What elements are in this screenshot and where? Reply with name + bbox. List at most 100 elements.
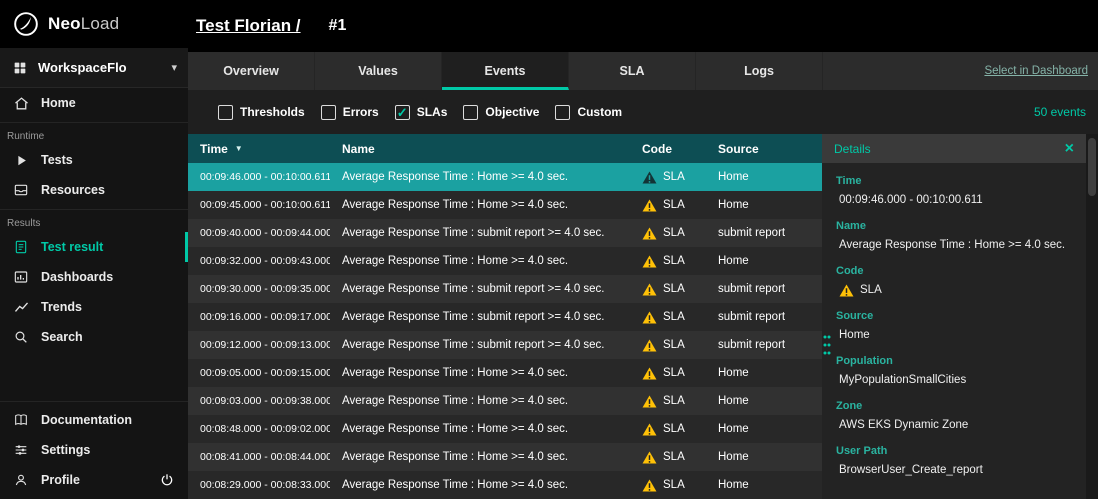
breadcrumb-test-name[interactable]: Test Florian / xyxy=(196,16,301,36)
row-source: Home xyxy=(706,395,822,407)
checkbox[interactable]: ✓ xyxy=(555,105,570,120)
filter-custom[interactable]: ✓ Custom xyxy=(555,105,622,120)
checkbox[interactable]: ✓ xyxy=(218,105,233,120)
home-icon xyxy=(12,94,30,112)
tab-overview[interactable]: Overview xyxy=(188,52,315,90)
checkbox[interactable]: ✓ xyxy=(463,105,478,120)
row-source: Home xyxy=(706,451,822,463)
row-code-label: SLA xyxy=(663,227,685,239)
details-field-time: Time 00:09:46.000 - 00:10:00.611 xyxy=(836,175,1072,207)
row-code-label: SLA xyxy=(663,395,685,407)
table-row[interactable]: 00:09:03.000 - 00:09:38.000 Average Resp… xyxy=(188,387,822,415)
tab-sla[interactable]: SLA xyxy=(569,52,696,90)
tab-bar: Overview ValuesEventsSLALogs Select in Da… xyxy=(188,52,1098,90)
tab-label: Overview xyxy=(223,64,279,78)
sidebar-item-profile[interactable]: Profile xyxy=(0,465,188,495)
details-field-value: Home xyxy=(836,328,1072,342)
filter-objective[interactable]: ✓ Objective xyxy=(463,105,539,120)
tab-logs[interactable]: Logs xyxy=(696,52,823,90)
events-count: 50 events xyxy=(1034,105,1086,119)
tab-events[interactable]: Events xyxy=(442,52,569,90)
filter-errors[interactable]: ✓ Errors xyxy=(321,105,379,120)
table-row[interactable]: 00:09:46.000 - 00:10:00.611 Average Resp… xyxy=(188,163,822,191)
table-row[interactable]: 00:09:16.000 - 00:09:17.000 Average Resp… xyxy=(188,303,822,331)
table-row[interactable]: 00:08:41.000 - 00:08:44.000 Average Resp… xyxy=(188,443,822,471)
documentation-icon xyxy=(12,411,30,429)
warning-icon xyxy=(642,367,657,380)
row-time: 00:09:12.000 - 00:09:13.000 xyxy=(188,339,330,351)
app-logo[interactable]: NeoLoad xyxy=(0,0,188,48)
row-code: SLA xyxy=(630,423,706,436)
select-in-dashboard-link[interactable]: Select in Dashboard xyxy=(984,65,1088,77)
table-row[interactable]: 00:09:32.000 - 00:09:43.000 Average Resp… xyxy=(188,247,822,275)
filter-thresholds[interactable]: ✓ Thresholds xyxy=(218,105,305,120)
details-field-label: Name xyxy=(836,220,1072,233)
details-field-value: MyPopulationSmallCities xyxy=(836,373,1072,387)
details-field-value-text: Home xyxy=(839,328,870,342)
test-result-icon xyxy=(12,238,30,256)
sidebar-item-tests[interactable]: Tests xyxy=(0,145,188,175)
row-code: SLA xyxy=(630,339,706,352)
warning-icon xyxy=(642,311,657,324)
table-row[interactable]: 00:09:45.000 - 00:10:00.611 Average Resp… xyxy=(188,191,822,219)
row-time: 00:09:03.000 - 00:09:38.000 xyxy=(188,395,330,407)
table-row[interactable]: 00:09:12.000 - 00:09:13.000 Average Resp… xyxy=(188,331,822,359)
row-time: 00:08:41.000 - 00:08:44.000 xyxy=(188,451,330,463)
sidebar-item-search[interactable]: Search xyxy=(0,322,188,352)
sidebar-section-runtime: Runtime xyxy=(0,122,188,145)
details-field-label: Zone xyxy=(836,400,1072,413)
sidebar-item-trends[interactable]: Trends xyxy=(0,292,188,322)
table-row[interactable]: 00:09:30.000 - 00:09:35.000 Average Resp… xyxy=(188,275,822,303)
column-header-code[interactable]: Code xyxy=(630,142,706,156)
row-name: Average Response Time : submit report >=… xyxy=(330,283,630,295)
sidebar-item-label: Settings xyxy=(41,443,90,457)
filter-slas[interactable]: ✓ SLAs xyxy=(395,105,448,120)
warning-icon xyxy=(839,284,854,297)
row-code: SLA xyxy=(630,171,706,184)
workspace-selector[interactable]: WorkspaceFlo ▾ xyxy=(0,48,188,88)
row-time: 00:09:30.000 - 00:09:35.000 xyxy=(188,283,330,295)
sidebar-item-test-result[interactable]: Test result xyxy=(0,232,188,262)
tab-values[interactable]: Values xyxy=(315,52,442,90)
row-source: submit report xyxy=(706,339,822,351)
details-field-value: AWS EKS Dynamic Zone xyxy=(836,418,1072,432)
row-code-label: SLA xyxy=(663,199,685,211)
details-field-population: Population MyPopulationSmallCities xyxy=(836,355,1072,387)
table-row[interactable]: 00:09:05.000 - 00:09:15.000 Average Resp… xyxy=(188,359,822,387)
table-row[interactable]: 00:08:29.000 - 00:08:33.000 Average Resp… xyxy=(188,471,822,499)
row-code-label: SLA xyxy=(663,367,685,379)
details-field-value-text: Average Response Time : Home >= 4.0 sec. xyxy=(839,238,1065,252)
sidebar-item-documentation[interactable]: Documentation xyxy=(0,405,188,435)
row-code: SLA xyxy=(630,199,706,212)
sidebar-bottom: Documentation Settings Profile xyxy=(0,401,188,499)
sidebar-item-home[interactable]: Home xyxy=(0,88,188,118)
sidebar-item-dashboards[interactable]: Dashboards xyxy=(0,262,188,292)
sidebar: NeoLoad WorkspaceFlo ▾ Home Runtime xyxy=(0,0,188,499)
table-row[interactable]: 00:08:48.000 - 00:09:02.000 Average Resp… xyxy=(188,415,822,443)
details-field-label: Code xyxy=(836,265,1072,278)
sidebar-item-label: Trends xyxy=(41,300,82,314)
details-field-user-path: User Path BrowserUser_Create_report xyxy=(836,445,1072,477)
scrollbar-thumb[interactable] xyxy=(1088,138,1096,196)
close-icon[interactable]: × xyxy=(1065,141,1074,157)
details-field-value: Average Response Time : Home >= 4.0 sec. xyxy=(836,238,1072,252)
filter-group: ✓ Thresholds ✓ Errors ✓ SLAs ✓ Objective… xyxy=(218,105,622,120)
details-field-value-text: AWS EKS Dynamic Zone xyxy=(839,418,968,432)
sidebar-item-resources[interactable]: Resources xyxy=(0,175,188,205)
profile-icon xyxy=(12,471,30,489)
checkbox[interactable]: ✓ xyxy=(321,105,336,120)
details-field-value-text: SLA xyxy=(860,283,882,297)
column-header-time[interactable]: Time ▼ xyxy=(188,142,330,156)
checkbox[interactable]: ✓ xyxy=(395,105,410,120)
power-icon[interactable] xyxy=(158,471,176,489)
column-header-name[interactable]: Name xyxy=(330,142,630,156)
sidebar-item-settings[interactable]: Settings xyxy=(0,435,188,465)
column-header-source[interactable]: Source xyxy=(706,142,822,156)
warning-icon xyxy=(642,227,657,240)
dashboards-icon xyxy=(12,268,30,286)
panel-resize-handle[interactable] xyxy=(823,334,831,361)
events-table-body: 00:09:46.000 - 00:10:00.611 Average Resp… xyxy=(188,163,822,499)
table-row[interactable]: 00:09:40.000 - 00:09:44.000 Average Resp… xyxy=(188,219,822,247)
scrollbar[interactable] xyxy=(1086,134,1098,499)
details-field-label: Time xyxy=(836,175,1072,188)
